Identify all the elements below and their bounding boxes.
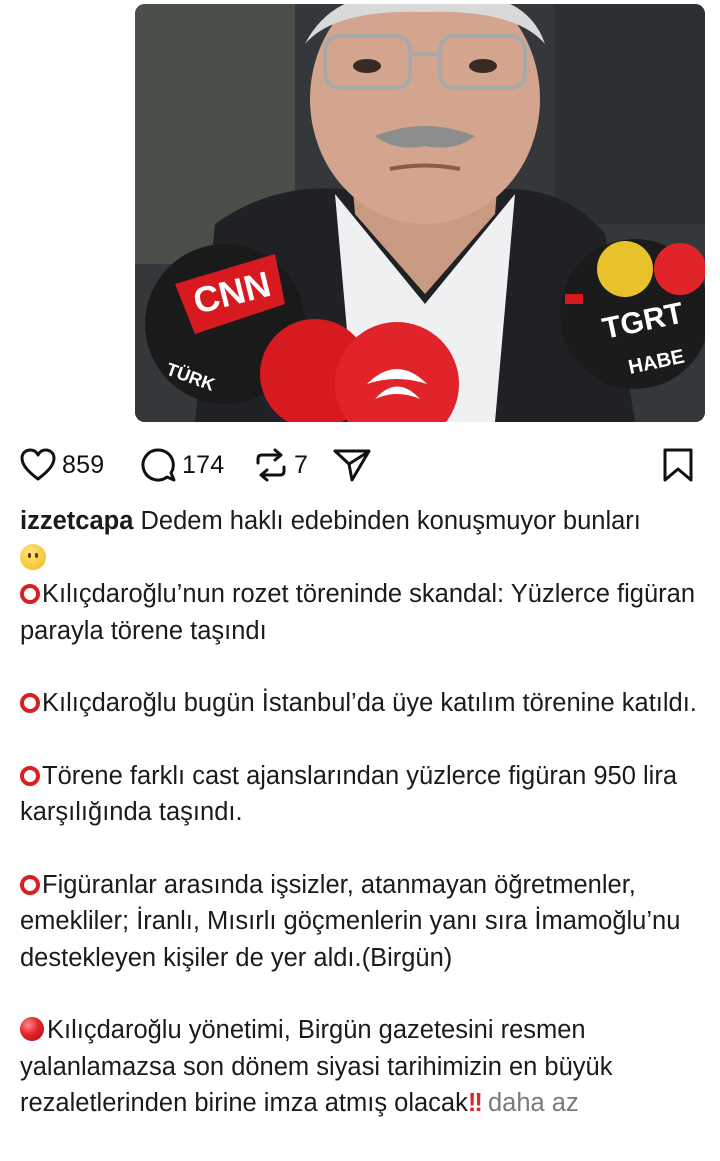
saluting-face-icon xyxy=(20,543,46,570)
red-circle-icon xyxy=(20,584,40,604)
caption-paragraph-5: Kılıçdaroğlu yönetimi, Birgün gazetesini… xyxy=(20,1016,613,1117)
red-circle-icon xyxy=(20,765,40,786)
send-icon xyxy=(332,447,372,483)
caption-paragraph-3: Törene farklı cast ajanslarından yüzlerc… xyxy=(20,761,677,826)
repost-button[interactable]: 7 xyxy=(254,440,308,490)
red-circle-icon xyxy=(20,874,40,895)
caption-headline-text: Dedem haklı edebinden konuşmuyor bunları xyxy=(140,507,641,535)
red-circle-icon xyxy=(20,693,40,713)
post-actions-bar: 859 174 7 xyxy=(0,440,720,490)
post-caption: izzetcapa Dedem haklı edebinden konuşmuy… xyxy=(20,503,700,1122)
caption-paragraph-1: Kılıçdaroğlu’nun rozet töreninde skandal… xyxy=(20,580,696,645)
caption-paragraph-2: Kılıçdaroğlu bugün İstanbul’da üye katıl… xyxy=(20,685,700,722)
comment-icon xyxy=(140,447,176,483)
post-image[interactable]: CNN TÜRK TGRT HABE xyxy=(135,4,705,422)
like-count: 859 xyxy=(62,450,105,479)
share-button[interactable] xyxy=(332,440,372,490)
bookmark-icon xyxy=(662,447,694,483)
repost-icon xyxy=(254,447,288,483)
show-less-link[interactable]: daha az xyxy=(488,1089,579,1117)
red-dot-icon xyxy=(20,1017,44,1041)
username-link[interactable]: izzetcapa xyxy=(20,507,133,535)
comment-button[interactable]: 174 xyxy=(140,440,224,490)
salute-emoji-line xyxy=(20,540,700,577)
caption-paragraph-4: Figüranlar arasında işsizler, atanmayan … xyxy=(20,870,681,972)
caption-headline: izzetcapa Dedem haklı edebinden konuşmuy… xyxy=(20,503,700,540)
double-exclamation-icon: !! xyxy=(467,1089,483,1117)
heart-icon xyxy=(20,448,56,482)
save-button[interactable] xyxy=(662,440,694,490)
like-button[interactable]: 859 xyxy=(20,440,104,490)
repost-count: 7 xyxy=(294,450,309,479)
comment-count: 174 xyxy=(182,450,225,479)
